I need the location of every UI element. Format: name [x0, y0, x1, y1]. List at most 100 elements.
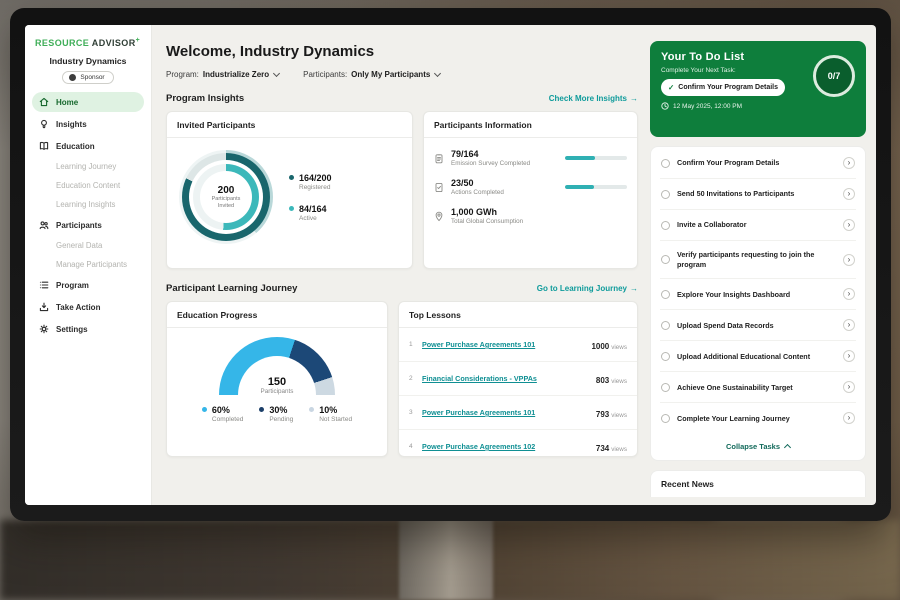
- chevron-up-icon: [784, 444, 791, 451]
- chevron-right-icon[interactable]: [843, 188, 855, 200]
- donut-legend: 164/200 Registered 84/164 Active: [289, 173, 332, 222]
- nav-label: General Data: [56, 241, 102, 250]
- actions-completed-progress-bar: [565, 185, 627, 189]
- task-row-explore-insights[interactable]: Explore Your Insights Dashboard: [660, 279, 856, 310]
- nav-label: Take Action: [56, 303, 100, 312]
- task-label: Upload Spend Data Records: [677, 321, 836, 331]
- legend-dot-pending: [259, 407, 264, 412]
- chevron-right-icon[interactable]: [843, 350, 855, 362]
- chevron-down-icon: [273, 70, 280, 77]
- task-checkbox[interactable]: [661, 414, 670, 423]
- lesson-link[interactable]: Power Purchase Agreements 101: [422, 408, 590, 417]
- donut-center-label: Participants Invited: [208, 196, 244, 210]
- program-filter-value: Industrialize Zero: [203, 70, 269, 79]
- info-label: Total Global Consumption: [451, 218, 523, 225]
- participants-filter-dropdown[interactable]: Participants: Only My Participants: [303, 70, 440, 79]
- nav-label: Program: [56, 281, 89, 290]
- sidebar-item-program[interactable]: Program: [25, 275, 151, 295]
- check-more-insights-link[interactable]: Check More Insights: [549, 94, 638, 103]
- collapse-tasks-link[interactable]: Collapse Tasks: [660, 433, 856, 457]
- chevron-right-icon[interactable]: [843, 381, 855, 393]
- task-row-upload-educational-content[interactable]: Upload Additional Educational Content: [660, 341, 856, 372]
- gauge-center-value: 150: [219, 376, 335, 388]
- invited-participants-donut-chart: 200 Participants Invited: [179, 150, 273, 244]
- task-row-verify-participants[interactable]: Verify participants requesting to join t…: [660, 241, 856, 279]
- legend-value: 30%: [269, 405, 293, 415]
- sidebar-item-settings[interactable]: Settings: [25, 319, 151, 339]
- legend-dot-not-started: [309, 407, 314, 412]
- logo-text-resource: RESOURCE: [35, 38, 89, 48]
- list-icon: [39, 280, 49, 290]
- chevron-right-icon[interactable]: [843, 254, 855, 266]
- nav-label: Education Content: [56, 181, 120, 190]
- sidebar-item-manage-participants[interactable]: Manage Participants: [25, 256, 151, 273]
- nav-label: Learning Insights: [56, 200, 115, 209]
- section-title-program-insights: Program Insights: [166, 93, 244, 104]
- task-checkbox[interactable]: [661, 190, 670, 199]
- download-action-icon: [39, 302, 49, 312]
- sponsor-badge: Sponsor: [62, 71, 113, 84]
- task-row-send-invitations[interactable]: Send 50 Invitations to Participants: [660, 179, 856, 210]
- home-icon: [39, 97, 49, 107]
- task-checkbox[interactable]: [661, 159, 670, 168]
- sidebar-item-take-action[interactable]: Take Action: [25, 297, 151, 317]
- lesson-link[interactable]: Power Purchase Agreements 101: [422, 340, 585, 349]
- lesson-rank: 2: [409, 375, 416, 382]
- education-progress-gauge-chart: 150 Participants: [219, 337, 335, 395]
- participants-filter-value: Only My Participants: [351, 70, 430, 79]
- task-row-upload-spend-data[interactable]: Upload Spend Data Records: [660, 310, 856, 341]
- task-label: Send 50 Invitations to Participants: [677, 189, 836, 199]
- task-checkbox[interactable]: [661, 290, 670, 299]
- task-row-invite-collaborator[interactable]: Invite a Collaborator: [660, 210, 856, 241]
- legend-value: 84/164: [299, 204, 327, 214]
- gauge-center-label: Participants: [219, 388, 335, 395]
- legend-value: 164/200: [299, 173, 332, 183]
- sidebar-item-learning-journey[interactable]: Learning Journey: [25, 158, 151, 175]
- task-checkbox[interactable]: [661, 321, 670, 330]
- task-checkbox[interactable]: [661, 352, 670, 361]
- sidebar-item-participants[interactable]: Participants: [25, 215, 151, 235]
- sidebar-item-education[interactable]: Education: [25, 136, 151, 156]
- task-checkbox[interactable]: [661, 221, 670, 230]
- card-title-invited-participants: Invited Participants: [167, 112, 412, 138]
- insights-cards-row: Invited Participants 200 Participants In…: [166, 111, 638, 269]
- task-checkbox[interactable]: [661, 255, 670, 264]
- legend-value: 10%: [319, 405, 352, 415]
- nav-label: Participants: [56, 221, 102, 230]
- legend-not-started: 10% Not Started: [309, 405, 352, 423]
- donut-center-value: 200: [218, 185, 235, 196]
- chevron-right-icon[interactable]: [843, 319, 855, 331]
- arrow-right-icon: [630, 94, 638, 103]
- legend-label: Completed: [212, 416, 243, 423]
- app-logo: RESOURCE ADVISOR+: [25, 35, 151, 52]
- gauge-center: 150 Participants: [219, 376, 335, 395]
- lesson-link[interactable]: Financial Considerations - VPPAs: [422, 374, 590, 383]
- task-checkbox[interactable]: [661, 383, 670, 392]
- task-label: Complete Your Learning Journey: [677, 414, 836, 424]
- go-to-learning-journey-link[interactable]: Go to Learning Journey: [537, 284, 638, 293]
- lesson-views: 803views: [596, 370, 627, 388]
- invited-participants-body: 200 Participants Invited 164/200 Registe…: [167, 138, 412, 256]
- info-label: Emission Survey Completed: [451, 160, 530, 167]
- chevron-right-icon[interactable]: [843, 157, 855, 169]
- lesson-link[interactable]: Power Purchase Agreements 102: [422, 442, 590, 451]
- task-row-complete-learning-journey[interactable]: Complete Your Learning Journey: [660, 403, 856, 433]
- sidebar-item-home[interactable]: Home: [32, 92, 144, 112]
- program-filter-dropdown[interactable]: Program: Industrialize Zero: [166, 70, 279, 79]
- chevron-right-icon[interactable]: [843, 288, 855, 300]
- sidebar-item-learning-insights[interactable]: Learning Insights: [25, 196, 151, 213]
- task-row-achieve-sustainability-target[interactable]: Achieve One Sustainability Target: [660, 372, 856, 403]
- info-row-emission-survey: 79/164 Emission Survey Completed: [424, 138, 637, 167]
- lesson-row-1: 1 Power Purchase Agreements 101 1000view…: [399, 328, 637, 362]
- link-label: Check More Insights: [549, 94, 627, 103]
- next-task-pill[interactable]: Confirm Your Program Details: [661, 79, 785, 96]
- gauge-legend: 60% Completed 30% Pending: [167, 405, 387, 423]
- sidebar-item-general-data[interactable]: General Data: [25, 237, 151, 254]
- sidebar-item-education-content[interactable]: Education Content: [25, 177, 151, 194]
- task-row-confirm-program-details[interactable]: Confirm Your Program Details: [660, 148, 856, 179]
- nav-label: Learning Journey: [56, 162, 116, 171]
- chevron-right-icon[interactable]: [843, 219, 855, 231]
- sidebar-item-insights[interactable]: Insights: [25, 114, 151, 134]
- todo-panel: Your To Do List Complete Your Next Task:…: [650, 25, 876, 505]
- chevron-right-icon[interactable]: [843, 412, 855, 424]
